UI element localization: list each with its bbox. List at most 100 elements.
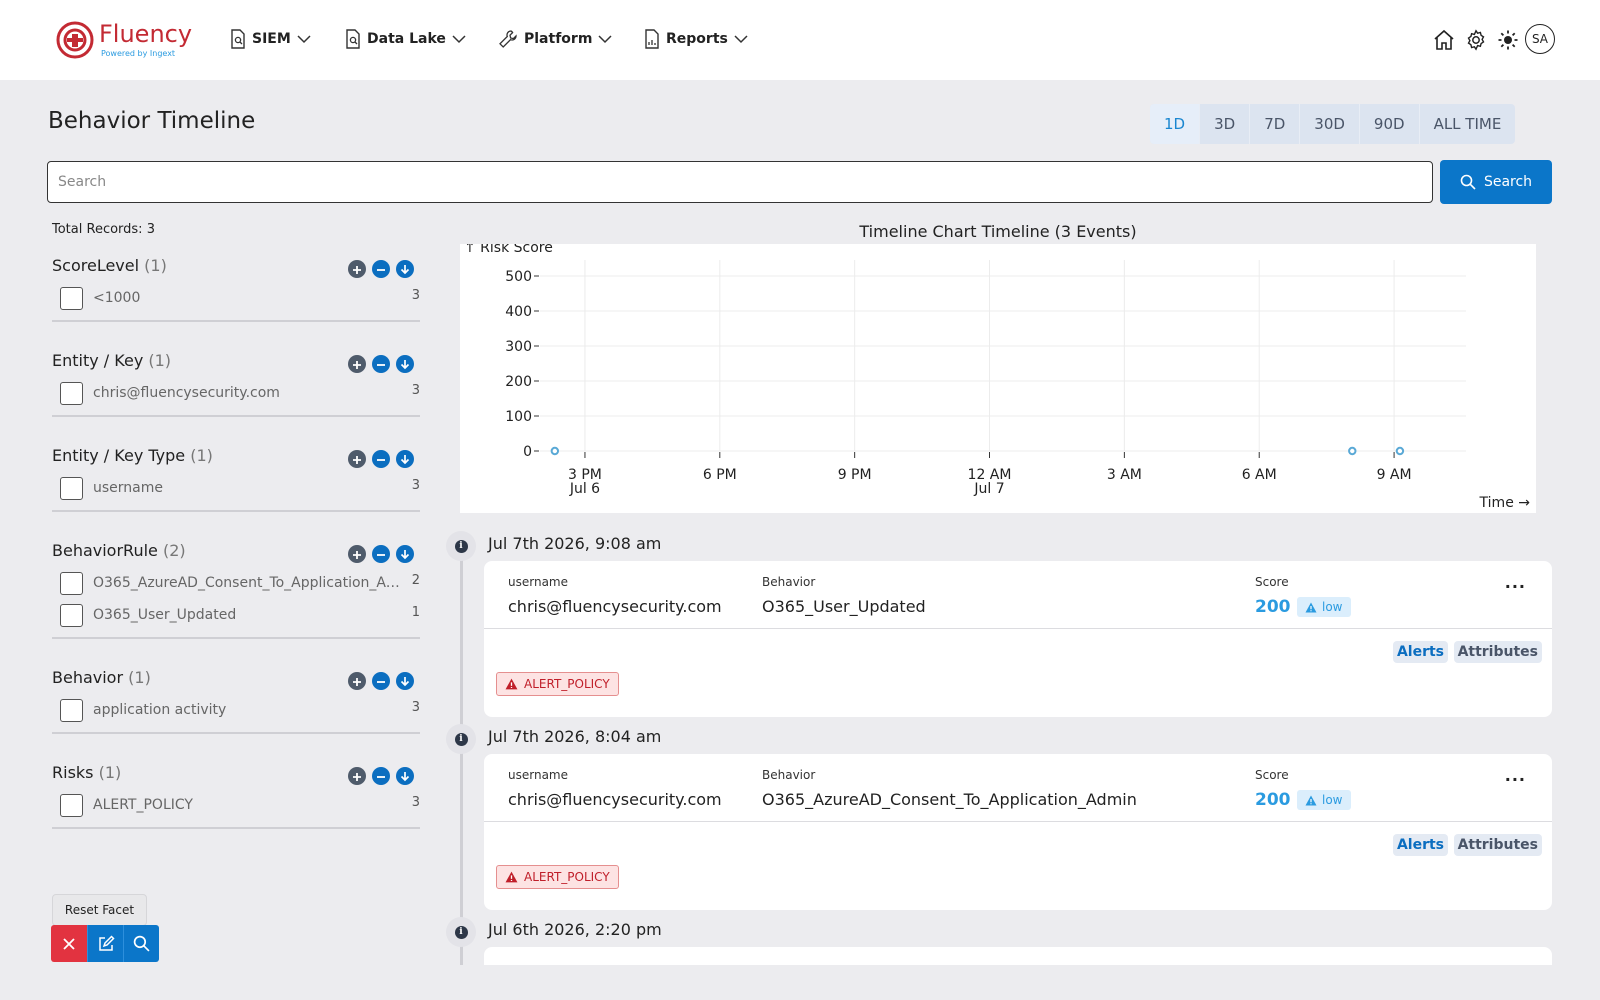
- facet-expand-button[interactable]: [396, 260, 414, 278]
- facet-expand-button[interactable]: [396, 355, 414, 373]
- timeline-info-marker[interactable]: i: [446, 724, 476, 754]
- info-icon: i: [454, 732, 468, 746]
- facet-controls: [348, 545, 414, 563]
- risk-tag[interactable]: ALERT_POLICY: [496, 672, 619, 696]
- facet-item-count: 1: [411, 605, 420, 620]
- timeline-info-marker[interactable]: i: [446, 917, 476, 947]
- fluency-logo[interactable]: Fluency Powered by Ingext: [55, 20, 195, 62]
- facet-expand-button[interactable]: [396, 450, 414, 468]
- top-nav-bar: Fluency Powered by Ingext SIEM Data Lake…: [0, 0, 1600, 80]
- facet-expand-button[interactable]: [396, 767, 414, 785]
- data-point: [1348, 446, 1357, 456]
- facet-include-button[interactable]: [348, 545, 366, 563]
- more-options-button[interactable]: ···: [1505, 577, 1526, 596]
- nav-reports[interactable]: Reports: [644, 27, 748, 51]
- facet-checkbox[interactable]: [60, 571, 83, 595]
- minus-icon: [376, 450, 386, 469]
- search-button[interactable]: Search: [1440, 160, 1552, 204]
- facet-checkbox[interactable]: [60, 603, 83, 627]
- facet-item[interactable]: username 3: [52, 472, 420, 504]
- facet-include-button[interactable]: [348, 355, 366, 373]
- warning-icon: [1305, 602, 1317, 612]
- range-90d-button[interactable]: 90D: [1360, 104, 1420, 144]
- range-1d-button[interactable]: 1D: [1150, 104, 1201, 144]
- clear-button[interactable]: [51, 925, 87, 962]
- facet-item[interactable]: application activity 3: [52, 694, 420, 726]
- facet-checkbox[interactable]: [60, 698, 83, 722]
- facet-item-count: 2: [411, 573, 420, 588]
- facet-item[interactable]: <1000 3: [52, 282, 420, 314]
- facet-include-button[interactable]: [348, 767, 366, 785]
- home-button[interactable]: [1432, 28, 1456, 52]
- facet-exclude-button[interactable]: [372, 355, 390, 373]
- facet-checkbox[interactable]: [60, 793, 83, 817]
- plus-icon: [352, 767, 362, 786]
- facet-title: BehaviorRule: [52, 541, 158, 560]
- nav-platform[interactable]: Platform: [498, 27, 612, 51]
- minus-icon: [376, 355, 386, 374]
- theme-toggle-button[interactable]: [1496, 28, 1520, 52]
- wrench-icon: [499, 30, 517, 48]
- facet-checkbox[interactable]: [60, 476, 83, 500]
- facet-count: (1): [148, 351, 172, 370]
- facet-item[interactable]: ALERT_POLICY 3: [52, 789, 420, 821]
- timeline-info-marker[interactable]: i: [446, 531, 476, 561]
- logo-text: Fluency: [99, 20, 193, 48]
- range-30d-button[interactable]: 30D: [1300, 104, 1360, 144]
- facet-include-button[interactable]: [348, 450, 366, 468]
- attributes-tab[interactable]: Attributes: [1453, 641, 1542, 663]
- facet-exclude-button[interactable]: [372, 767, 390, 785]
- facet-item-count: 3: [411, 383, 420, 398]
- facet-item[interactable]: O365_User_Updated 1: [52, 599, 420, 631]
- attributes-tab[interactable]: Attributes: [1453, 834, 1542, 856]
- facet-include-button[interactable]: [348, 672, 366, 690]
- facet-group: Behavior (1) application activity 3: [52, 668, 420, 734]
- user-avatar[interactable]: SA: [1525, 24, 1555, 54]
- facet-item-count: 3: [411, 478, 420, 493]
- facet-group: BehaviorRule (2) O365_AzureAD_Consent_To…: [52, 541, 420, 639]
- range-all-time-button[interactable]: ALL TIME: [1420, 104, 1516, 144]
- facet-include-button[interactable]: [348, 260, 366, 278]
- facet-count: (2): [162, 541, 186, 560]
- facet-header: BehaviorRule (2): [52, 541, 420, 567]
- behavior-value: O365_AzureAD_Consent_To_Application_Admi…: [762, 790, 1137, 809]
- range-7d-button[interactable]: 7D: [1250, 104, 1301, 144]
- search-facets-button[interactable]: [123, 925, 159, 962]
- facet-exclude-button[interactable]: [372, 450, 390, 468]
- facet-count: (1): [190, 446, 213, 465]
- risk-tag[interactable]: ALERT_POLICY: [496, 865, 619, 889]
- home-icon: [1434, 29, 1454, 50]
- facet-exclude-button[interactable]: [372, 260, 390, 278]
- report-icon: [645, 29, 659, 49]
- event-card: username chris@fluencysecurity.com Behav…: [484, 561, 1552, 717]
- arrow-down-icon: [400, 450, 410, 469]
- facet-item[interactable]: chris@fluencysecurity.com 3: [52, 377, 420, 409]
- facet-checkbox[interactable]: [60, 381, 83, 405]
- facet-expand-button[interactable]: [396, 545, 414, 563]
- reset-facet-button[interactable]: Reset Facet: [52, 894, 147, 926]
- facet-expand-button[interactable]: [396, 672, 414, 690]
- score-label: Score: [1255, 575, 1289, 589]
- nav-siem[interactable]: SIEM: [230, 27, 311, 51]
- facet-checkbox[interactable]: [60, 286, 83, 310]
- facet-exclude-button[interactable]: [372, 672, 390, 690]
- more-options-button[interactable]: ···: [1505, 770, 1526, 789]
- x-tick-label: 6 AM: [1242, 467, 1277, 483]
- settings-button[interactable]: [1464, 28, 1488, 52]
- username-value: chris@fluencysecurity.com: [508, 597, 722, 616]
- alerts-tab[interactable]: Alerts: [1392, 641, 1448, 663]
- nav-data-lake[interactable]: Data Lake: [345, 27, 466, 51]
- facet-header: Entity / Key (1): [52, 351, 420, 377]
- facet-title: Behavior: [52, 668, 124, 687]
- data-point: [550, 446, 560, 456]
- data-point: [1395, 446, 1405, 456]
- score-level-text: low: [1322, 793, 1343, 807]
- facet-exclude-button[interactable]: [372, 545, 390, 563]
- facet-item[interactable]: O365_AzureAD_Consent_To_Application_Admi…: [52, 567, 420, 599]
- search-input[interactable]: [47, 161, 1433, 203]
- sun-icon: [1498, 30, 1518, 50]
- info-icon: i: [454, 539, 468, 553]
- edit-button[interactable]: [87, 925, 123, 962]
- alerts-tab[interactable]: Alerts: [1392, 834, 1448, 856]
- range-3d-button[interactable]: 3D: [1200, 104, 1251, 144]
